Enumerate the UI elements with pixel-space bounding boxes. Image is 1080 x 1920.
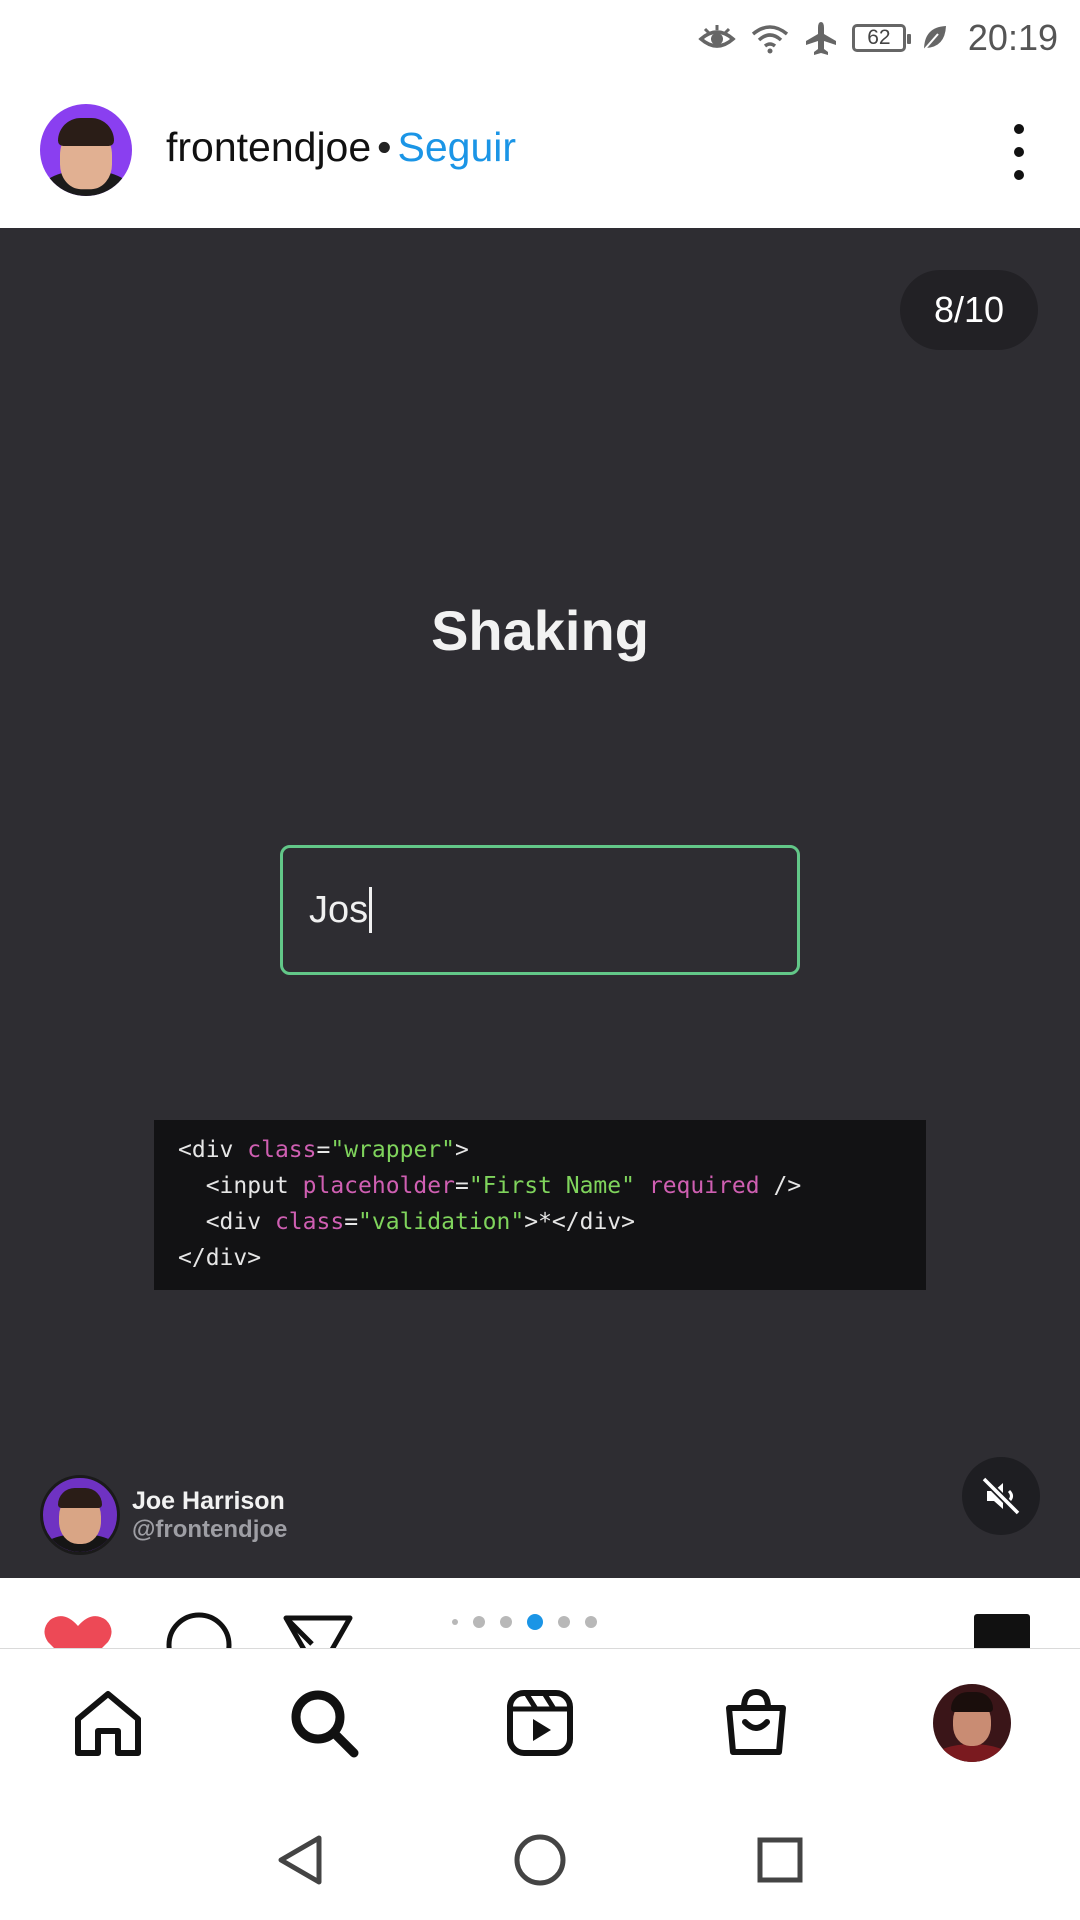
eye-icon xyxy=(698,25,736,48)
home-circle-icon xyxy=(514,1834,566,1886)
search-icon xyxy=(291,1690,359,1758)
mute-button[interactable] xyxy=(962,1457,1040,1535)
nav-shop[interactable] xyxy=(716,1683,796,1763)
code-token: class xyxy=(247,1137,317,1163)
action-row xyxy=(0,1578,1080,1650)
code-token: "First Name" xyxy=(468,1173,635,1199)
carousel-dot xyxy=(558,1616,570,1628)
carousel-dot xyxy=(452,1619,458,1625)
code-line: </div> xyxy=(178,1240,926,1276)
code-line: <div class="validation">*</div> xyxy=(178,1204,926,1240)
slide-title: Shaking xyxy=(431,599,649,662)
separator: • xyxy=(377,124,392,170)
code-token: required xyxy=(648,1173,760,1199)
code-token: /> xyxy=(759,1173,802,1199)
recents-square-icon xyxy=(757,1837,803,1883)
code-token: = xyxy=(344,1209,359,1235)
code-token: >*</div> xyxy=(524,1209,635,1235)
carousel-dot xyxy=(527,1614,543,1630)
speaker-muted-icon xyxy=(981,1476,1021,1516)
system-recents-button[interactable] xyxy=(752,1832,808,1888)
author-avatar[interactable] xyxy=(40,104,132,196)
code-token: <div xyxy=(178,1137,248,1163)
nav-reels[interactable] xyxy=(500,1683,580,1763)
nav-search[interactable] xyxy=(284,1683,364,1763)
shopping-bag-icon xyxy=(726,1688,786,1755)
demo-input-value: Jos xyxy=(309,888,369,931)
code-token: "wrapper" xyxy=(330,1137,455,1163)
status-icons: 62 20:19 xyxy=(698,14,1058,62)
code-token: placeholder xyxy=(302,1173,455,1199)
demo-input: Jos xyxy=(280,845,800,975)
share-icon[interactable] xyxy=(282,1614,354,1650)
like-icon[interactable] xyxy=(42,1614,114,1650)
nav-home[interactable] xyxy=(68,1683,148,1763)
post-media[interactable]: 8/10 Shaking Jos <div class="wrapper"> <… xyxy=(0,228,1080,1578)
home-icon xyxy=(75,1691,141,1756)
more-options-icon[interactable] xyxy=(1012,124,1026,180)
code-token: <div xyxy=(178,1209,275,1235)
leaf-icon xyxy=(923,26,946,51)
author-badge-avatar xyxy=(40,1475,120,1555)
comment-icon[interactable] xyxy=(164,1610,234,1650)
status-bar: 62 20:19 xyxy=(0,0,1080,76)
airplane-icon xyxy=(805,22,836,55)
status-time: 20:19 xyxy=(967,17,1058,58)
code-token: <input xyxy=(178,1173,303,1199)
author-badge: Joe Harrison @frontendjoe xyxy=(40,1473,287,1557)
carousel-dots xyxy=(452,1614,597,1630)
system-navigation xyxy=(0,1800,1080,1920)
page-counter: 8/10 xyxy=(900,270,1038,350)
code-line: <input placeholder="First Name" required… xyxy=(178,1168,926,1204)
save-icon[interactable] xyxy=(974,1614,1030,1650)
system-back-button[interactable] xyxy=(272,1832,328,1888)
carousel-dot xyxy=(473,1616,485,1628)
code-token: class xyxy=(274,1209,345,1235)
text-caret xyxy=(369,887,373,933)
post-header: frontendjoe • Seguir xyxy=(0,76,1080,228)
nav-profile[interactable] xyxy=(932,1683,1012,1763)
code-line: <div class="wrapper"> xyxy=(178,1132,926,1168)
battery-icon: 62 xyxy=(851,24,911,52)
follow-button[interactable]: Seguir xyxy=(398,124,517,170)
carousel-dot xyxy=(585,1616,597,1628)
carousel-dot xyxy=(500,1616,512,1628)
profile-avatar xyxy=(933,1684,1011,1762)
code-token: = xyxy=(454,1173,469,1199)
back-triangle-icon xyxy=(278,1835,322,1885)
wifi-icon xyxy=(751,25,789,54)
author-handle: @frontendjoe xyxy=(132,1516,288,1543)
username-link[interactable]: frontendjoe xyxy=(166,124,371,170)
reels-icon xyxy=(507,1690,573,1756)
header-text: frontendjoe • Seguir xyxy=(166,124,516,171)
code-snippet: <div class="wrapper"> <input placeholder… xyxy=(154,1120,926,1290)
code-token: "validation" xyxy=(358,1209,525,1235)
code-token: = xyxy=(316,1137,331,1163)
battery-level: 62 xyxy=(867,26,891,49)
author-name: Joe Harrison xyxy=(132,1487,285,1515)
code-token: > xyxy=(454,1137,469,1163)
code-token: </div> xyxy=(178,1245,262,1271)
system-home-button[interactable] xyxy=(512,1832,568,1888)
bottom-navigation xyxy=(0,1648,1080,1800)
